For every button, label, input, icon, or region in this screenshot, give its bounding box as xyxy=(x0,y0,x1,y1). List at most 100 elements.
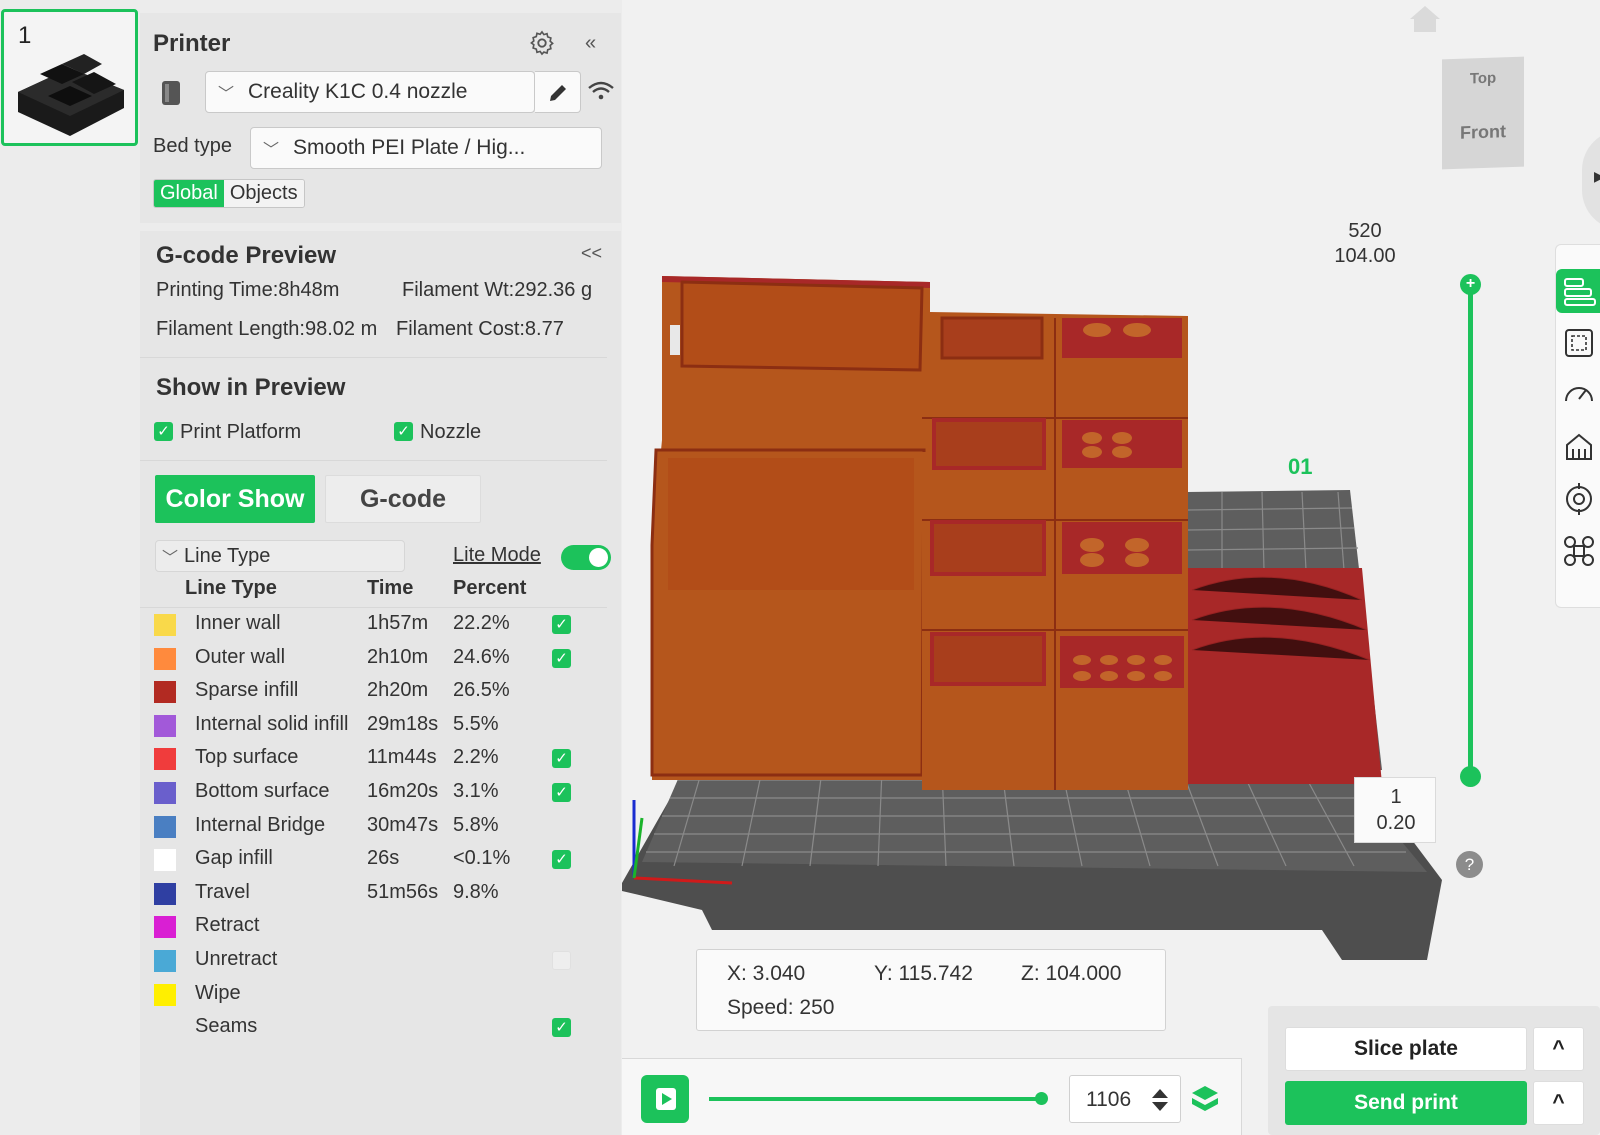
printer-settings-icon[interactable] xyxy=(528,29,556,57)
line-type-time: 16m20s xyxy=(367,780,439,802)
command-icon[interactable] xyxy=(1561,533,1597,569)
home-icon[interactable] xyxy=(1408,4,1442,34)
wifi-icon[interactable] xyxy=(586,79,616,103)
print-platform-label: Print Platform xyxy=(180,421,302,443)
line-type-visibility-checkbox[interactable]: ✓ xyxy=(552,749,571,768)
printer-title: Printer xyxy=(153,30,231,57)
line-type-dropdown[interactable]: ﹀ Line Type xyxy=(155,540,405,572)
column-percent: Percent xyxy=(453,577,527,599)
chevron-down-icon: ﹀ xyxy=(263,142,280,159)
collapse-gcode-icon[interactable]: << xyxy=(581,244,602,262)
line-type-swatch xyxy=(154,748,176,770)
layer-bottom-readout: 1 0.20 xyxy=(1354,777,1436,843)
layer-stack-icon[interactable] xyxy=(1189,1083,1221,1115)
layer-top-handle[interactable]: + xyxy=(1460,274,1481,295)
coord-x: X: 3.040 xyxy=(727,962,806,985)
seam-icon[interactable] xyxy=(1561,481,1597,517)
line-type-visibility-checkbox[interactable]: ✓ xyxy=(552,649,571,668)
caret-right-icon: ▶ xyxy=(1594,168,1600,184)
line-type-visibility-checkbox[interactable]: ✓ xyxy=(552,1018,571,1037)
color-show-button[interactable]: Color Show xyxy=(155,475,315,523)
layer-top-number: 520 xyxy=(1348,220,1382,242)
lite-mode-toggle[interactable] xyxy=(561,545,611,570)
line-type-swatch xyxy=(154,883,176,905)
line-type-swatch xyxy=(154,984,176,1006)
line-type-time: 2h10m xyxy=(367,646,429,668)
line-type-swatch xyxy=(154,681,176,703)
move-slider-handle[interactable] xyxy=(1035,1092,1048,1105)
line-type-percent: 22.2% xyxy=(453,612,510,634)
printer-select[interactable]: ﹀ Creality K1C 0.4 nozzle xyxy=(205,71,535,113)
bounding-box-icon[interactable] xyxy=(1561,325,1597,361)
tab-objects[interactable]: Objects xyxy=(223,180,304,207)
show-in-preview-title: Show in Preview xyxy=(156,374,346,401)
line-type-name: Retract xyxy=(195,914,260,936)
edit-printer-button[interactable] xyxy=(535,71,581,113)
line-type-time: 2h20m xyxy=(367,679,429,701)
slice-plate-button[interactable]: Slice plate xyxy=(1285,1027,1527,1071)
gcode-button[interactable]: G-code xyxy=(325,475,481,523)
line-type-percent: <0.1% xyxy=(453,847,511,869)
gcode-preview-title: G-code Preview xyxy=(156,242,337,269)
nozzle-marker xyxy=(670,325,680,355)
line-type-percent: 26.5% xyxy=(453,679,510,701)
layers-view-button[interactable] xyxy=(1556,269,1600,313)
line-type-name: Outer wall xyxy=(195,646,286,668)
line-type-visibility-checkbox[interactable]: ✓ xyxy=(552,783,571,802)
line-type-time: 11m44s xyxy=(367,746,437,768)
bed-type-value: Smooth PEI Plate / Hig... xyxy=(293,136,526,159)
divider xyxy=(140,460,607,461)
divider xyxy=(140,357,607,358)
line-type-dropdown-label: Line Type xyxy=(184,544,271,567)
slice-options-button[interactable]: ^ xyxy=(1533,1027,1584,1071)
line-type-percent: 5.8% xyxy=(453,814,499,836)
line-type-name: Travel xyxy=(195,881,250,903)
view-cube[interactable]: Top Front xyxy=(1442,56,1524,170)
stepper-arrows-icon[interactable] xyxy=(1150,1086,1170,1114)
chevron-down-icon: ﹀ xyxy=(218,86,235,103)
column-time: Time xyxy=(367,577,414,599)
chevron-down-icon: ﹀ xyxy=(162,550,179,567)
bed-type-select[interactable]: ﹀ Smooth PEI Plate / Hig... xyxy=(250,127,602,169)
line-type-percent: 24.6% xyxy=(453,646,510,668)
line-type-percent: 2.2% xyxy=(453,746,499,768)
move-slider-track[interactable] xyxy=(709,1092,1048,1105)
printer-panel: Printer « ﹀ Creality K1C 0.4 nozzle Bed … xyxy=(140,13,621,223)
line-type-swatch xyxy=(154,715,176,737)
view-cube-front[interactable]: Front xyxy=(1442,121,1524,145)
layer-bottom-handle[interactable] xyxy=(1460,766,1481,787)
layer-bottom-height: 0.20 xyxy=(1376,812,1416,834)
line-type-percent: 9.8% xyxy=(453,881,499,903)
filament-weight: Filament Wt:292.36 g xyxy=(402,279,593,301)
collapse-printer-icon[interactable]: « xyxy=(585,33,596,53)
line-type-visibility-checkbox[interactable] xyxy=(552,951,571,970)
view-cube-top[interactable]: Top xyxy=(1442,69,1524,89)
speed-gauge-icon[interactable] xyxy=(1561,377,1597,413)
plate-label: 01 xyxy=(1288,454,1313,479)
coord-y: Y: 115.742 xyxy=(874,962,973,985)
move-value-stepper[interactable]: 1106 xyxy=(1069,1075,1181,1123)
speed-readout: Speed: 250 xyxy=(727,996,835,1019)
send-print-button[interactable]: Send print xyxy=(1285,1081,1527,1125)
print-actions: Slice plate ^ Send print ^ xyxy=(1268,1006,1600,1135)
play-button[interactable] xyxy=(641,1075,689,1123)
tab-global[interactable]: Global xyxy=(154,180,224,207)
line-type-swatch xyxy=(154,782,176,804)
line-type-name: Gap infill xyxy=(195,847,273,869)
support-paint-icon[interactable] xyxy=(1561,429,1597,465)
move-value: 1106 xyxy=(1086,1088,1132,1111)
layer-slider-track[interactable] xyxy=(1468,282,1473,778)
line-type-visibility-checkbox[interactable]: ✓ xyxy=(552,615,571,634)
print-platform-checkbox[interactable]: ✓ xyxy=(154,422,173,441)
line-type-name: Internal solid infill xyxy=(195,713,349,735)
line-type-percent: 3.1% xyxy=(453,780,499,802)
line-type-visibility-checkbox[interactable]: ✓ xyxy=(552,850,571,869)
flat-infill-part xyxy=(1187,568,1382,784)
layers-icon xyxy=(1564,278,1596,306)
send-options-button[interactable]: ^ xyxy=(1533,1081,1584,1125)
line-type-name: Unretract xyxy=(195,948,278,970)
right-toolbar xyxy=(1555,244,1600,608)
help-icon[interactable]: ? xyxy=(1456,851,1483,878)
plate-thumbnail[interactable]: 1 xyxy=(1,9,138,146)
nozzle-checkbox[interactable]: ✓ xyxy=(394,422,413,441)
